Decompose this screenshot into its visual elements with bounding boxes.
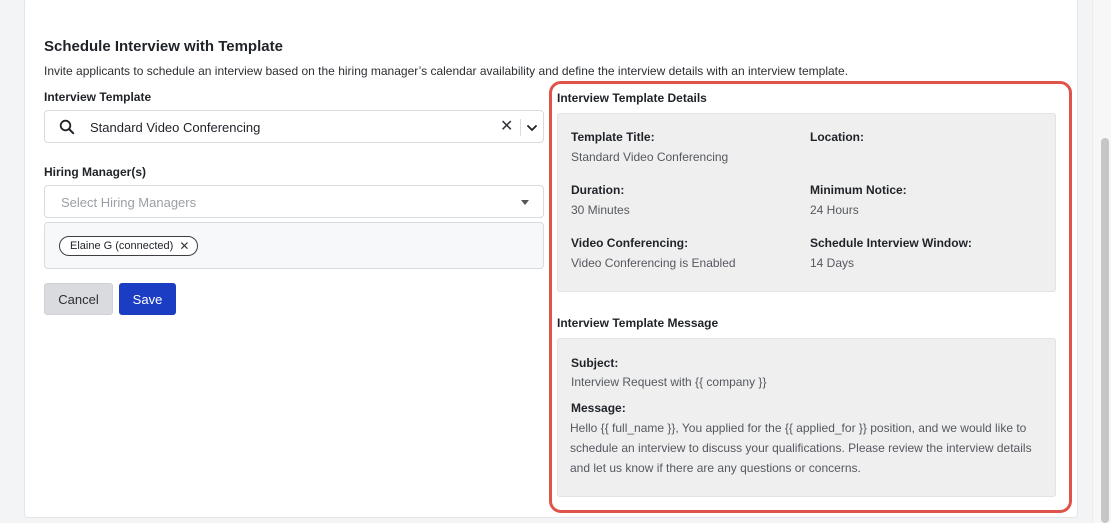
chevron-down-icon[interactable] (526, 121, 538, 139)
duration-label: Duration: (571, 183, 625, 197)
hiring-managers-select[interactable]: Select Hiring Managers (44, 185, 544, 218)
template-title-label: Template Title: (571, 130, 655, 144)
cancel-button[interactable]: Cancel (44, 283, 113, 315)
template-message-heading: Interview Template Message (557, 316, 719, 330)
duration-value: 30 Minutes (571, 203, 630, 217)
template-details-heading: Interview Template Details (557, 91, 707, 105)
manager-chip-label: Elaine G (connected) (70, 240, 174, 252)
video-conferencing-label: Video Conferencing: (571, 236, 689, 250)
caret-down-icon[interactable] (521, 200, 529, 205)
clear-icon[interactable]: ✕ (500, 119, 513, 135)
location-label: Location: (810, 130, 864, 144)
remove-chip-icon[interactable]: ✕ (179, 240, 189, 252)
video-conferencing-value: Video Conferencing is Enabled (571, 256, 736, 270)
interview-template-label: Interview Template (44, 90, 152, 104)
select-divider (520, 119, 521, 136)
minimum-notice-label: Minimum Notice: (810, 183, 907, 197)
selected-managers-box: Elaine G (connected) ✕ (44, 222, 544, 269)
interview-template-value: Standard Video Conferencing (90, 120, 261, 135)
hiring-managers-label: Hiring Manager(s) (44, 165, 147, 179)
save-button[interactable]: Save (119, 283, 176, 315)
schedule-window-value: 14 Days (810, 256, 855, 270)
hiring-managers-placeholder: Select Hiring Managers (61, 195, 197, 210)
template-title-value: Standard Video Conferencing (571, 150, 729, 164)
page-description: Invite applicants to schedule an intervi… (44, 64, 849, 78)
search-icon (59, 119, 75, 135)
minimum-notice-value: 24 Hours (810, 203, 859, 217)
scrollbar-thumb[interactable] (1101, 138, 1109, 523)
message-label: Message: (571, 401, 626, 415)
manager-chip: Elaine G (connected) ✕ (59, 236, 199, 256)
subject-value: Interview Request with {{ company }} (571, 375, 767, 389)
schedule-window-label: Schedule Interview Window: (810, 236, 972, 250)
page-title: Schedule Interview with Template (44, 38, 283, 55)
interview-template-select[interactable]: Standard Video Conferencing ✕ (44, 110, 544, 143)
subject-label: Subject: (571, 356, 619, 370)
message-body: Hello {{ full_name }}, You applied for t… (570, 421, 1032, 475)
